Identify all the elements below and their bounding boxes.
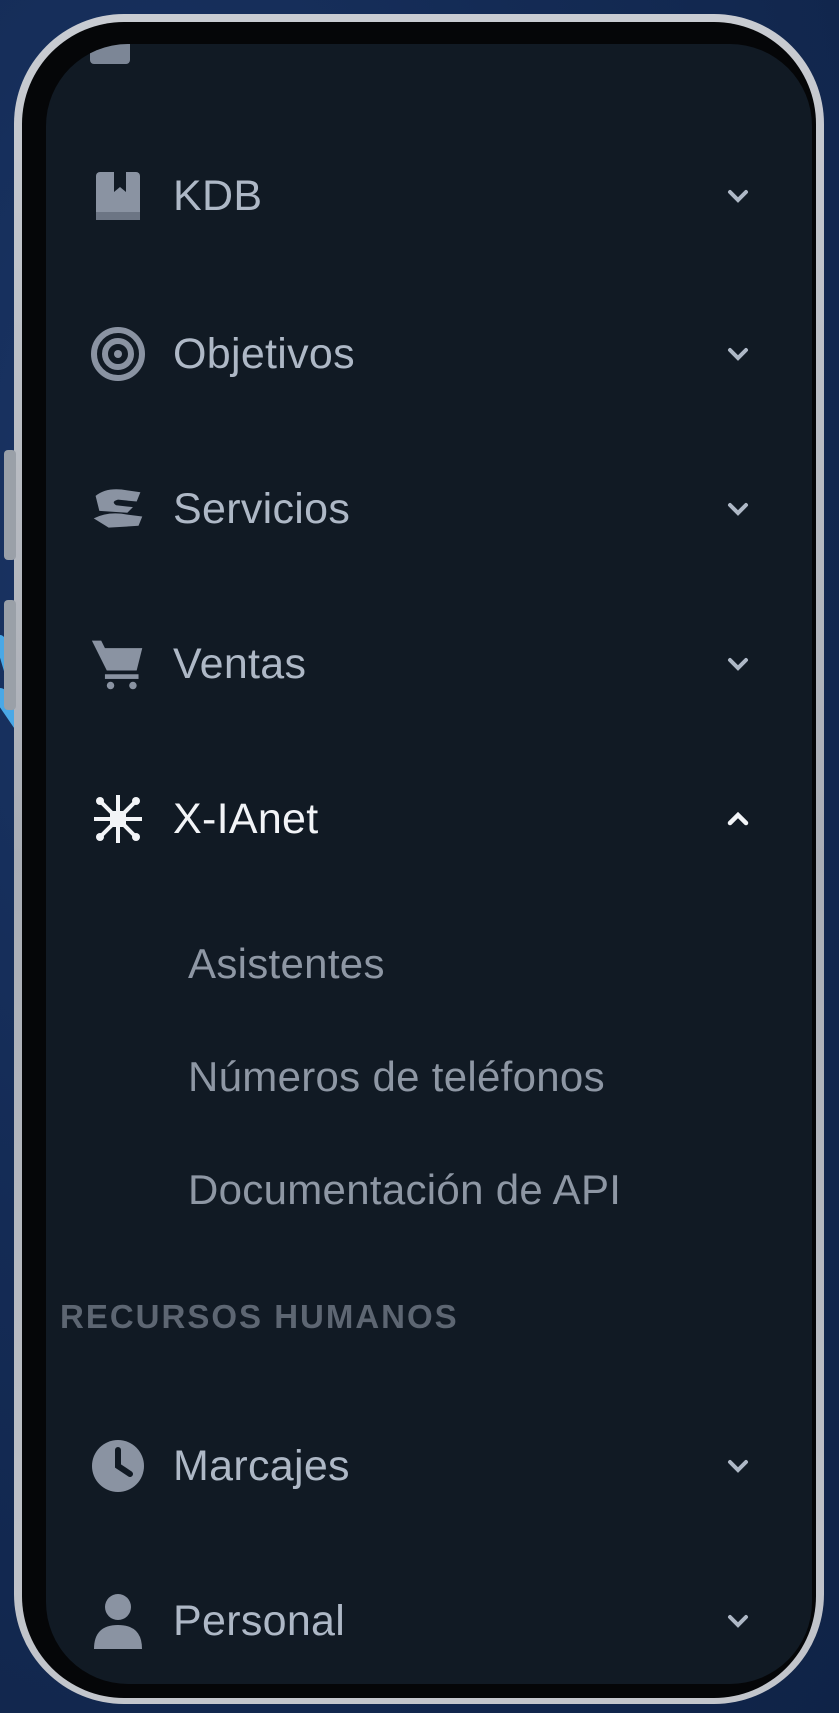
chevron-down-icon[interactable] bbox=[724, 182, 752, 210]
sidebar-item-label: Servicios bbox=[173, 484, 351, 533]
chevron-down-icon[interactable] bbox=[724, 1452, 752, 1480]
cart-icon bbox=[90, 636, 146, 692]
sidebar-menu: KDB Objetivos Servicios Ventas X-IAnet A… bbox=[46, 44, 812, 1684]
phone-side-button bbox=[4, 450, 16, 560]
sidebar-item-label: X-IAnet bbox=[173, 794, 319, 843]
sidebar-item-objetivos[interactable]: Objetivos bbox=[46, 314, 812, 394]
sidebar-item-label: Personal bbox=[173, 1596, 346, 1645]
chevron-down-icon[interactable] bbox=[724, 340, 752, 368]
book-icon bbox=[90, 168, 146, 224]
chevron-down-icon[interactable] bbox=[724, 1607, 752, 1635]
submenu-item-asistentes[interactable]: Asistentes bbox=[188, 940, 385, 988]
section-title-recursos-humanos: RECURSOS HUMANOS bbox=[60, 1298, 459, 1335]
sidebar-item-marcajes[interactable]: Marcajes bbox=[46, 1426, 812, 1506]
submenu-item-numeros-telefonos[interactable]: Números de teléfonos bbox=[188, 1053, 605, 1101]
chevron-down-icon[interactable] bbox=[724, 495, 752, 523]
sidebar-item-personal[interactable]: Personal bbox=[46, 1581, 812, 1661]
clipped-item-icon bbox=[90, 44, 130, 64]
sidebar-item-ventas[interactable]: Ventas bbox=[46, 624, 812, 704]
sidebar-item-kdb[interactable]: KDB bbox=[46, 156, 812, 236]
sidebar-item-label: Ventas bbox=[173, 639, 307, 688]
sidebar-item-servicios[interactable]: Servicios bbox=[46, 469, 812, 549]
sidebar-item-label: KDB bbox=[173, 171, 263, 220]
network-icon bbox=[90, 791, 146, 847]
target-icon bbox=[90, 326, 146, 382]
phone-side-button bbox=[4, 600, 16, 710]
sidebar-item-x-ianet[interactable]: X-IAnet bbox=[46, 779, 812, 859]
user-icon bbox=[90, 1593, 146, 1649]
hand-holding-icon bbox=[90, 481, 146, 537]
chevron-down-icon[interactable] bbox=[724, 650, 752, 678]
sidebar-item-label: Objetivos bbox=[173, 329, 355, 378]
submenu-item-documentacion-api[interactable]: Documentación de API bbox=[188, 1166, 621, 1214]
clock-icon bbox=[90, 1438, 146, 1494]
chevron-up-icon[interactable] bbox=[724, 805, 752, 833]
sidebar-item-label: Marcajes bbox=[173, 1441, 350, 1490]
